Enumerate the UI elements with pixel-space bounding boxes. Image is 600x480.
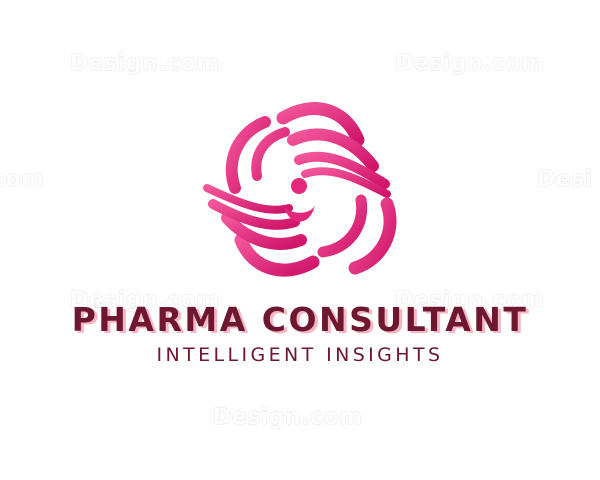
logo-canvas: Design.com Design.com com Desi Design.co… [0, 0, 600, 480]
watermark: Design.com [395, 51, 545, 76]
brand-name: PHARMA CONSULTANT [71, 300, 529, 339]
brand-tagline: INTELLIGENT INSIGHTS [156, 344, 444, 366]
watermark: Design.com [213, 405, 363, 430]
watermark: Design.com [70, 51, 220, 76]
watermark: Desi [537, 167, 593, 192]
watermark: com [0, 167, 45, 192]
swirl-person-icon [195, 100, 405, 280]
